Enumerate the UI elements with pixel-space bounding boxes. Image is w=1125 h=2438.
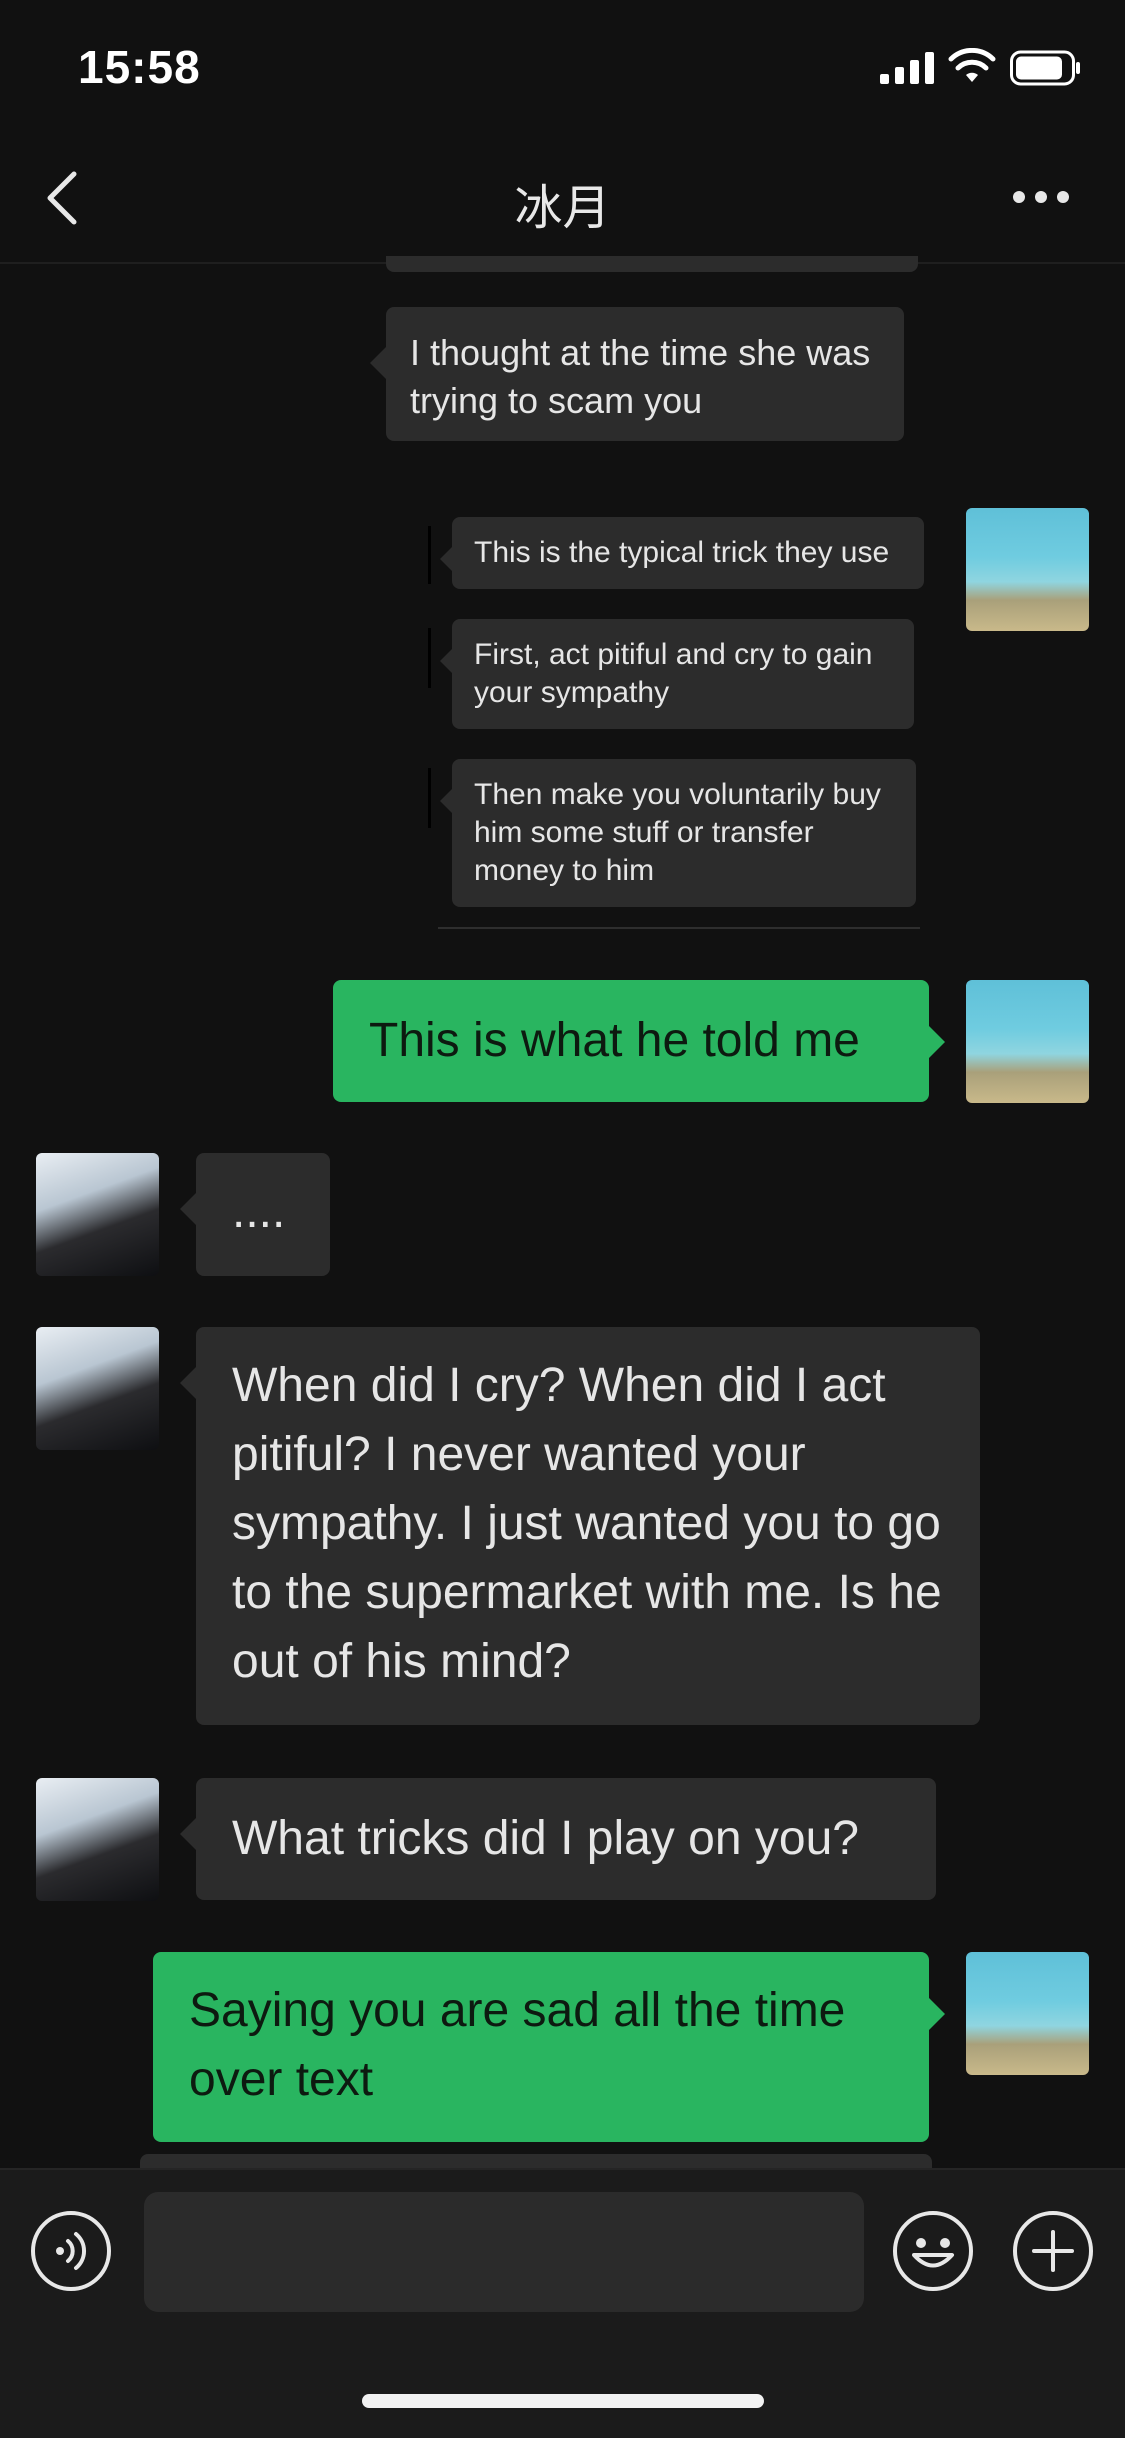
quoted-message[interactable]: First, act pitiful and cry to gain your …: [440, 619, 914, 729]
home-indicator[interactable]: [362, 2394, 764, 2408]
plus-icon[interactable]: [1012, 2210, 1094, 2292]
message-text: Saying you are sad all the time over tex…: [189, 1984, 846, 2106]
message-bubble[interactable]: When did I cry? When did I act pitiful? …: [180, 1327, 980, 1725]
quoted-text: Then make you voluntarily buy him some s…: [474, 778, 881, 887]
signal-icon: [880, 52, 934, 84]
emoji-icon[interactable]: [892, 2210, 974, 2292]
avatar-contact[interactable]: [36, 1778, 159, 1901]
message-bubble[interactable]: I thought at the time she was trying to …: [370, 307, 904, 441]
message-bubble[interactable]: What tricks did I play on you?: [180, 1778, 936, 1900]
avatar-self[interactable]: [966, 508, 1089, 631]
quoted-text: First, act pitiful and cry to gain your …: [474, 638, 873, 709]
message-text: I thought at the time she was trying to …: [410, 332, 871, 421]
message-text: This is what he told me: [369, 1014, 860, 1067]
quote-line: [428, 526, 431, 584]
status-time: 15:58: [78, 41, 201, 93]
quoted-message[interactable]: Then make you voluntarily buy him some s…: [440, 759, 916, 907]
voice-icon[interactable]: [30, 2210, 112, 2292]
avatar-self[interactable]: [966, 980, 1089, 1103]
message-bubble-sent[interactable]: This is what he told me: [333, 980, 945, 1102]
message-text: What tricks did I play on you?: [232, 1812, 859, 1865]
message-input[interactable]: [144, 2192, 864, 2312]
quote-line: [428, 628, 431, 688]
avatar-contact[interactable]: [36, 1153, 159, 1276]
quoted-text: This is the typical trick they use: [474, 536, 890, 569]
avatar-self[interactable]: [966, 1952, 1089, 2075]
wifi-icon: [948, 48, 996, 82]
message-bubble-partial: [386, 256, 918, 272]
more-icon[interactable]: [1012, 190, 1070, 204]
divider: [438, 927, 920, 929]
quote-line: [428, 768, 431, 828]
message-bubble[interactable]: ....: [180, 1153, 330, 1276]
message-text: ....: [232, 1185, 286, 1238]
chat-title: 冰月: [514, 182, 611, 235]
message-bubble-sent[interactable]: Saying you are sad all the time over tex…: [153, 1952, 945, 2142]
battery-icon: [1010, 50, 1080, 86]
avatar-contact[interactable]: [36, 1327, 159, 1450]
message-text: When did I cry? When did I act pitiful? …: [232, 1359, 942, 1688]
quoted-message[interactable]: This is the typical trick they use: [440, 517, 924, 589]
